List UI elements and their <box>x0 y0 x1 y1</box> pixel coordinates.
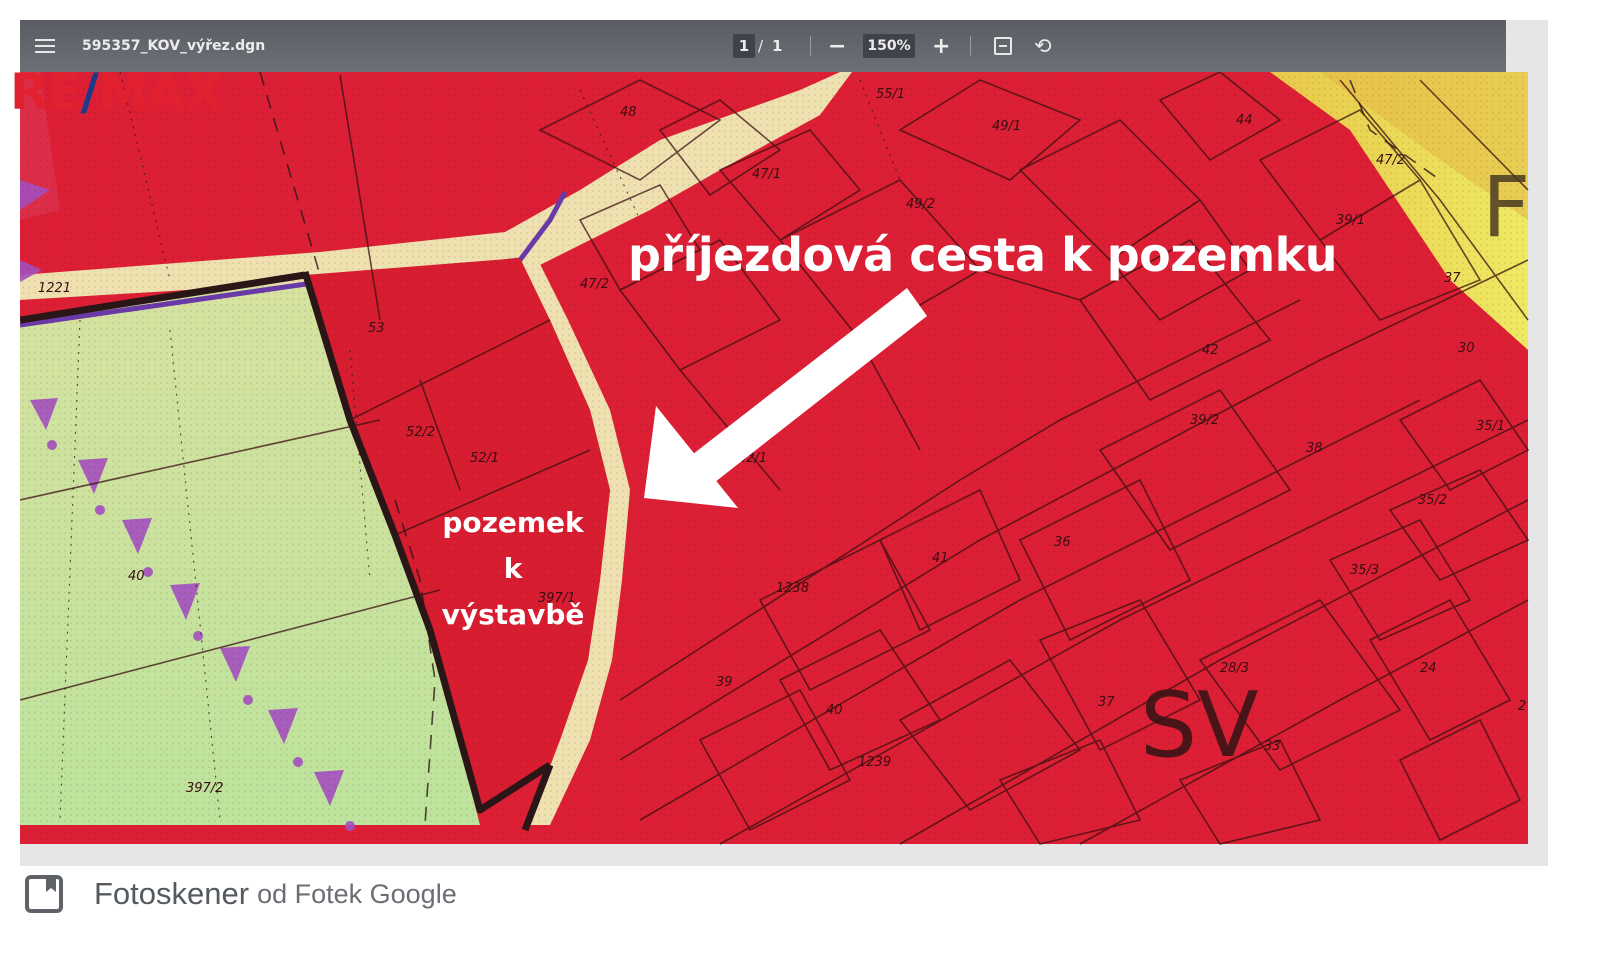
scanned-map-photo: 55/1 49/1 48 44 47/1 47/2 49/2 39/1 47/2… <box>20 20 1548 866</box>
svg-text:24: 24 <box>1420 661 1437 676</box>
svg-text:40: 40 <box>826 703 843 718</box>
app-name: Fotoskener <box>94 876 250 911</box>
svg-text:48: 48 <box>620 105 637 120</box>
svg-text:41: 41 <box>932 551 949 566</box>
svg-text:39/1: 39/1 <box>1336 213 1365 228</box>
svg-text:39: 39 <box>716 675 733 690</box>
remax-logo: RE/MAX <box>10 62 223 122</box>
svg-text:35/3: 35/3 <box>1350 563 1379 578</box>
svg-text:53: 53 <box>368 321 385 336</box>
svg-text:33: 33 <box>1264 739 1281 754</box>
toolbar-divider <box>970 36 971 56</box>
logo-text: MAX <box>97 63 223 121</box>
svg-text:52/2: 52/2 <box>406 425 435 440</box>
svg-text:1238: 1238 <box>776 581 809 596</box>
svg-text:47/2: 47/2 <box>580 277 609 292</box>
svg-text:1221: 1221 <box>38 281 71 296</box>
svg-text:49/1: 49/1 <box>992 119 1021 134</box>
toolbar-divider <box>810 36 811 56</box>
road-callout-label: příjezdová cesta k pozemku <box>628 228 1337 282</box>
svg-text:397/2: 397/2 <box>186 781 223 796</box>
rotate-icon[interactable]: ⟲ <box>1034 20 1052 72</box>
svg-text:37: 37 <box>1098 695 1115 710</box>
svg-text:40: 40 <box>128 569 145 584</box>
logo-slash: / <box>80 63 99 121</box>
svg-text:30: 30 <box>1458 341 1475 356</box>
svg-text:47/1: 47/1 <box>752 167 781 182</box>
svg-text:36: 36 <box>1054 535 1071 550</box>
zoom-level-input[interactable]: 150% <box>863 34 915 58</box>
zone-code-label: SV <box>1140 673 1259 778</box>
svg-text:55/1: 55/1 <box>876 87 905 102</box>
svg-text:2: 2 <box>1518 699 1526 714</box>
svg-text:47/2: 47/2 <box>1376 153 1405 168</box>
page-total: 1 <box>772 37 783 55</box>
page-separator: / <box>758 37 764 55</box>
svg-text:35/1: 35/1 <box>1476 419 1505 434</box>
svg-text:42: 42 <box>1202 343 1219 358</box>
fit-page-icon[interactable] <box>992 20 1014 72</box>
zoom-in-button[interactable]: + <box>932 20 950 72</box>
photoscan-footer: Fotoskener od Fotek Google <box>24 866 457 922</box>
svg-text:39/2: 39/2 <box>1190 413 1219 428</box>
zoom-out-button[interactable]: − <box>828 20 846 72</box>
plot-callout-line: výstavbě <box>441 598 585 631</box>
edge-zone-letter: F <box>1482 158 1530 256</box>
svg-text:44: 44 <box>1236 113 1253 128</box>
svg-text:37: 37 <box>1444 271 1461 286</box>
plot-callout-line: pozemek <box>442 506 584 539</box>
app-suffix: od Fotek Google <box>257 878 457 909</box>
page-number-input[interactable]: 1 <box>733 34 755 58</box>
svg-text:1239: 1239 <box>858 755 891 770</box>
svg-text:38: 38 <box>1306 441 1323 456</box>
logo-text: RE <box>10 63 82 121</box>
document-viewer-toolbar: 595357_KOV_výřez.dgn 1 / 1 − 150% + ⟲ <box>20 20 1506 72</box>
plot-callout-line: k <box>503 552 523 585</box>
svg-text:52/1: 52/1 <box>470 451 499 466</box>
cadastral-map: 55/1 49/1 48 44 47/1 47/2 49/2 39/1 47/2… <box>20 20 1548 866</box>
svg-text:49/2: 49/2 <box>906 197 935 212</box>
svg-text:35/2: 35/2 <box>1418 493 1447 508</box>
plot-callout-label: pozemek k výstavbě <box>430 500 596 638</box>
photoscan-icon <box>25 875 63 913</box>
